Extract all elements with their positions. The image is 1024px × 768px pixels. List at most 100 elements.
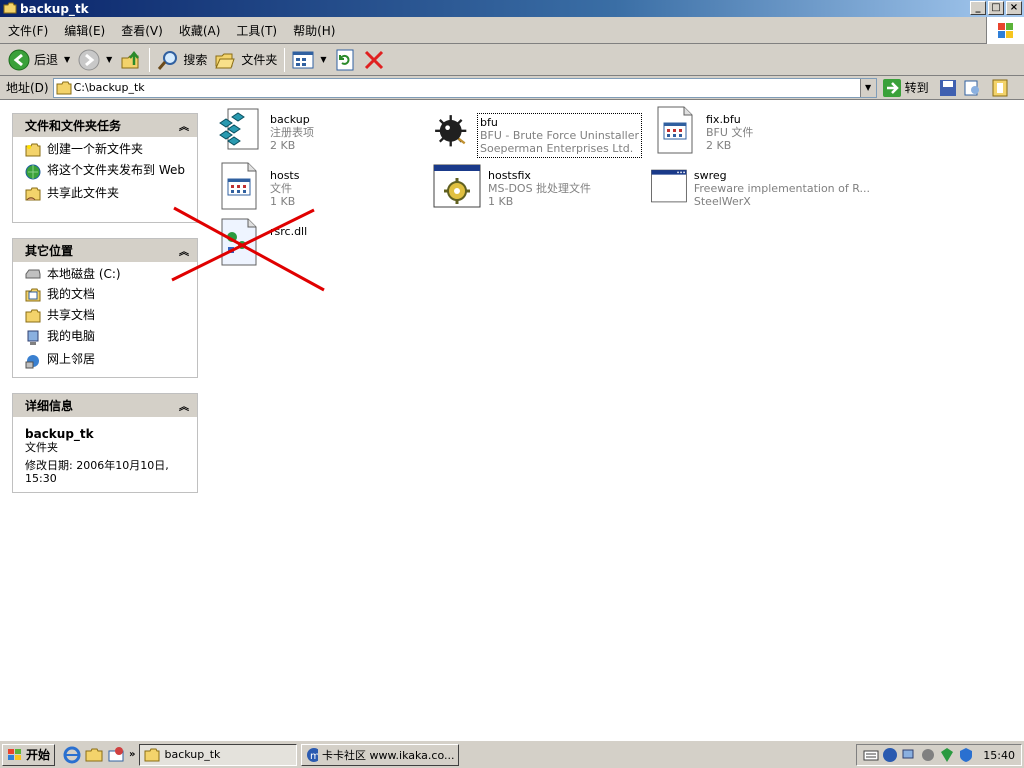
save-disk-icon[interactable]	[939, 79, 957, 97]
shield-icon[interactable]	[958, 747, 974, 763]
panel-toggle-icon[interactable]	[991, 79, 1009, 97]
go-button[interactable]: 转到	[877, 78, 935, 97]
address-input[interactable]: C:\backup_tk ▼	[52, 77, 877, 98]
go-label: 转到	[904, 81, 929, 95]
chevron-down-icon[interactable]: ▼	[64, 55, 70, 64]
file-tasks-header[interactable]: 文件和文件夹任务 ︽	[13, 114, 197, 137]
file-item-bfu[interactable]: bfu BFU - Brute Force Uninstaller Soeper…	[432, 105, 642, 158]
file-size: 1 KB	[488, 195, 514, 208]
file-type: 文件	[270, 182, 292, 195]
toolbar-separator	[284, 47, 286, 72]
new-folder-icon	[25, 143, 41, 157]
refresh-button[interactable]	[331, 47, 359, 73]
task-new-folder[interactable]: 创建一个新文件夹	[25, 143, 189, 157]
task-publish-web[interactable]: 将这个文件夹发布到 Web	[25, 164, 189, 180]
file-item-fix-bfu[interactable]: fix.bfu BFU 文件 2 KB	[650, 105, 860, 155]
file-company: Soeperman Enterprises Ltd.	[479, 142, 634, 155]
place-local-disk[interactable]: 本地磁盘 (C:)	[25, 268, 189, 281]
search-label: 搜索	[183, 53, 208, 67]
taskbar-button-ikaka[interactable]: m 卡卡社区 www.ikaka.co...	[301, 743, 460, 766]
menu-favorites[interactable]: 收藏(A)	[171, 22, 229, 39]
file-name: rsrc.dll	[270, 225, 308, 238]
other-places-title: 其它位置	[25, 244, 74, 258]
menu-edit[interactable]: 编辑(E)	[56, 22, 113, 39]
task-share-folder[interactable]: 共享此文件夹	[25, 187, 189, 201]
file-name: bfu	[479, 116, 498, 129]
delete-button[interactable]	[359, 47, 389, 73]
back-button[interactable]: 后退 ▼	[4, 47, 74, 73]
windows-logo-icon	[986, 17, 1024, 44]
file-size: 2 KB	[706, 139, 732, 152]
file-description: Freeware implementation of R...	[693, 182, 870, 195]
place-my-computer[interactable]: 我的电脑	[25, 330, 189, 346]
internet-explorer-icon[interactable]	[63, 746, 81, 764]
other-places-header[interactable]: 其它位置 ︽	[13, 239, 197, 262]
maxthon-icon[interactable]	[882, 747, 898, 763]
antivirus-icon[interactable]	[939, 747, 955, 763]
registry-icon	[219, 108, 259, 150]
menu-file[interactable]: 文件(F)	[0, 22, 56, 39]
hard-disk-icon	[25, 269, 41, 279]
place-network-label: 网上邻居	[47, 352, 96, 366]
place-my-computer-label: 我的电脑	[47, 329, 96, 343]
maxthon-icon: m	[307, 747, 319, 762]
file-item-rsrc-dll[interactable]: rsrc.dll	[214, 217, 424, 267]
menu-tools[interactable]: 工具(T)	[228, 22, 285, 39]
up-folder-button[interactable]	[116, 47, 146, 73]
file-name: hostsfix	[488, 169, 531, 182]
details-panel: 详细信息 ︽ backup_tk 文件夹 修改日期: 2006年10月10日, …	[12, 393, 198, 493]
detail-folder-name: backup_tk	[25, 427, 94, 441]
place-local-disk-label: 本地磁盘 (C:)	[47, 267, 121, 281]
folder-icon[interactable]	[85, 747, 103, 763]
minimize-button[interactable]: _	[970, 1, 986, 15]
folders-label: 文件夹	[241, 53, 278, 67]
address-dropdown-button[interactable]: ▼	[859, 78, 876, 97]
detail-folder-type: 文件夹	[25, 441, 58, 454]
search-icon	[158, 50, 178, 70]
start-button[interactable]: 开始	[2, 743, 56, 766]
chevron-right-icon[interactable]: »	[129, 749, 135, 760]
outlook-express-icon[interactable]	[107, 746, 125, 764]
back-arrow-icon	[8, 49, 30, 70]
speaker-icon[interactable]	[920, 747, 936, 763]
file-name: swreg	[693, 169, 727, 182]
clock[interactable]: 15:40	[983, 749, 1015, 762]
file-item-backup[interactable]: backup 注册表项 2 KB	[214, 105, 424, 155]
close-button[interactable]: ×	[1006, 1, 1022, 15]
folder-icon	[144, 748, 160, 761]
place-network[interactable]: 网上邻居	[25, 353, 189, 369]
views-button[interactable]: ▼	[288, 47, 330, 73]
keyboard-icon[interactable]	[863, 748, 879, 762]
title-bar: backup_tk _ □ ×	[0, 0, 1024, 17]
menu-view[interactable]: 查看(V)	[113, 22, 171, 39]
refresh-icon	[336, 49, 354, 70]
chevron-down-icon[interactable]: ▼	[320, 55, 326, 64]
document-icon	[657, 106, 693, 154]
place-my-documents[interactable]: 我的文档	[25, 288, 189, 302]
collapse-chevron-icon[interactable]: ︽	[179, 398, 189, 413]
collapse-chevron-icon[interactable]: ︽	[179, 243, 189, 258]
folders-button[interactable]: 文件夹	[211, 47, 281, 73]
file-item-hosts[interactable]: hosts 文件 1 KB	[214, 161, 424, 211]
details-header[interactable]: 详细信息 ︽	[13, 394, 197, 417]
menu-help[interactable]: 帮助(H)	[285, 22, 343, 39]
file-size: 1 KB	[270, 195, 296, 208]
collapse-chevron-icon[interactable]: ︽	[179, 118, 189, 133]
svg-text:m: m	[310, 751, 318, 762]
place-shared-documents[interactable]: 共享文档	[25, 309, 189, 323]
taskbar-button-backup-tk[interactable]: backup_tk	[139, 743, 298, 766]
taskbar: 开始 » backup_tk m 卡卡社区 www.ikaka.co...	[0, 740, 1024, 768]
file-item-hostsfix[interactable]: hostsfix MS-DOS 批处理文件 1 KB	[432, 161, 642, 211]
properties-icon[interactable]	[963, 79, 981, 97]
maximize-button[interactable]: □	[988, 1, 1004, 15]
file-item-swreg[interactable]: swreg Freeware implementation of R... St…	[650, 161, 870, 211]
network-icon[interactable]	[901, 747, 917, 763]
forward-button[interactable]: ▼	[74, 47, 116, 73]
details-title: 详细信息	[25, 399, 74, 413]
file-description: BFU - Brute Force Uninstaller	[479, 129, 639, 142]
search-button[interactable]: 搜索	[153, 47, 211, 73]
task-share-folder-label: 共享此文件夹	[47, 186, 120, 200]
left-task-pane: 文件和文件夹任务 ︽ 创建一个新文件夹 将这个文件夹发布到 Web 共享此文件夹…	[0, 101, 210, 736]
start-label: 开始	[26, 748, 51, 762]
chevron-down-icon[interactable]: ▼	[106, 55, 112, 64]
